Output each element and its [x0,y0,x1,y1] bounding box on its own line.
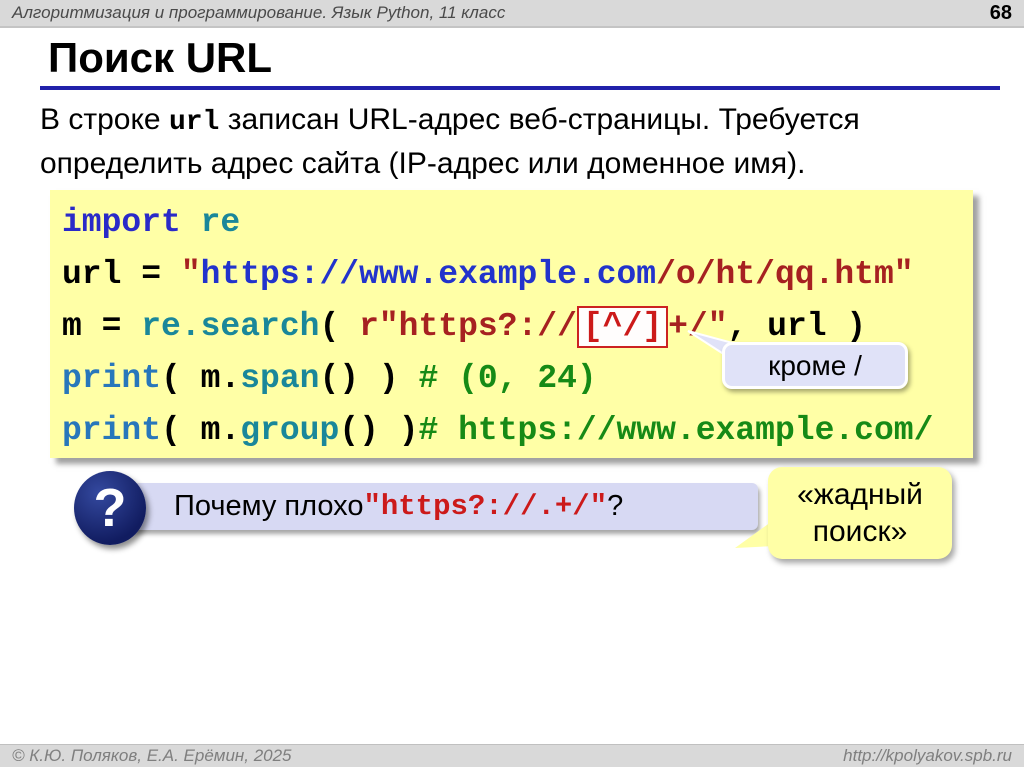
code-args-2a: ( m. [161,412,241,449]
regex-highlight-box: [^/] [576,306,669,348]
intro-text-before: В строке [40,103,169,136]
code-paren: ( [319,308,360,345]
code-args-2b: () ) [339,412,419,449]
page-title: Поиск URL [48,34,273,81]
question-mark-text: ? [607,490,624,522]
code-line-2: url = "https://www.example.com/o/ht/qq.h… [62,249,973,301]
callout-krome-label: кроме / [768,349,862,381]
footer-site-link[interactable]: http://kpolyakov.spb.ru [843,746,1012,766]
code-url-link[interactable]: https://www.example.com [201,256,656,293]
code-block: import re url = "https://www.example.com… [50,190,973,458]
task-description: В строке url записан URL-адрес веб-стран… [40,99,995,184]
code-regex-start: r"https?:// [359,308,577,345]
code-url-path: /o/ht/qq.htm" [656,256,914,293]
code-module-re: re [200,204,241,241]
code-keyword-import: import [62,204,201,241]
code-quote: " [180,256,201,293]
question-text: Почему плохо [174,490,364,522]
question-bar: Почему плохо "https?://.+/"? [100,483,758,530]
code-line-5: print( m.group() )# https://www.example.… [62,405,973,457]
header-bar: Алгоритмизация и программирование. Язык … [0,0,1024,28]
code-fn-group: group [240,412,340,449]
code-comment-group: # https://www.example.com/ [418,412,934,449]
intro-var-url: url [168,107,220,138]
code-fn-research: re.search [141,308,320,345]
code-var-m: m = [62,308,142,345]
code-var-url: url = [62,256,181,293]
callout-krome: кроме / [722,342,908,389]
code-fn-print-1: print [62,360,162,397]
code-line-1: import re [62,197,973,249]
question-regex: "https?://.+/" [363,490,608,523]
question-icon: ? [74,471,146,545]
footer-authors: © К.Ю. Поляков, Е.А. Ерёмин, 2025 [12,746,292,765]
code-args-1a: ( m. [161,360,241,397]
title-underline [40,86,1000,90]
footer-bar: © К.Ю. Поляков, Е.А. Ерёмин, 2025 http:/… [0,744,1024,767]
slide: Алгоритмизация и программирование. Язык … [0,0,1024,767]
code-fn-print-2: print [62,412,162,449]
callout-greedy-line1: «жадный [797,478,923,511]
page-number: 68 [989,1,1012,24]
question-icon-glyph: ? [93,478,127,538]
code-call-end: , url ) [727,308,867,345]
code-fn-span: span [240,360,320,397]
callout-greedy: «жадный поиск» [768,467,952,559]
code-comment-span: # (0, 24) [418,360,597,397]
code-regex-end: +/" [668,308,728,345]
code-args-1b: () ) [319,360,419,397]
callout-greedy-line2: поиск» [812,515,908,548]
course-title: Алгоритмизация и программирование. Язык … [12,3,506,22]
